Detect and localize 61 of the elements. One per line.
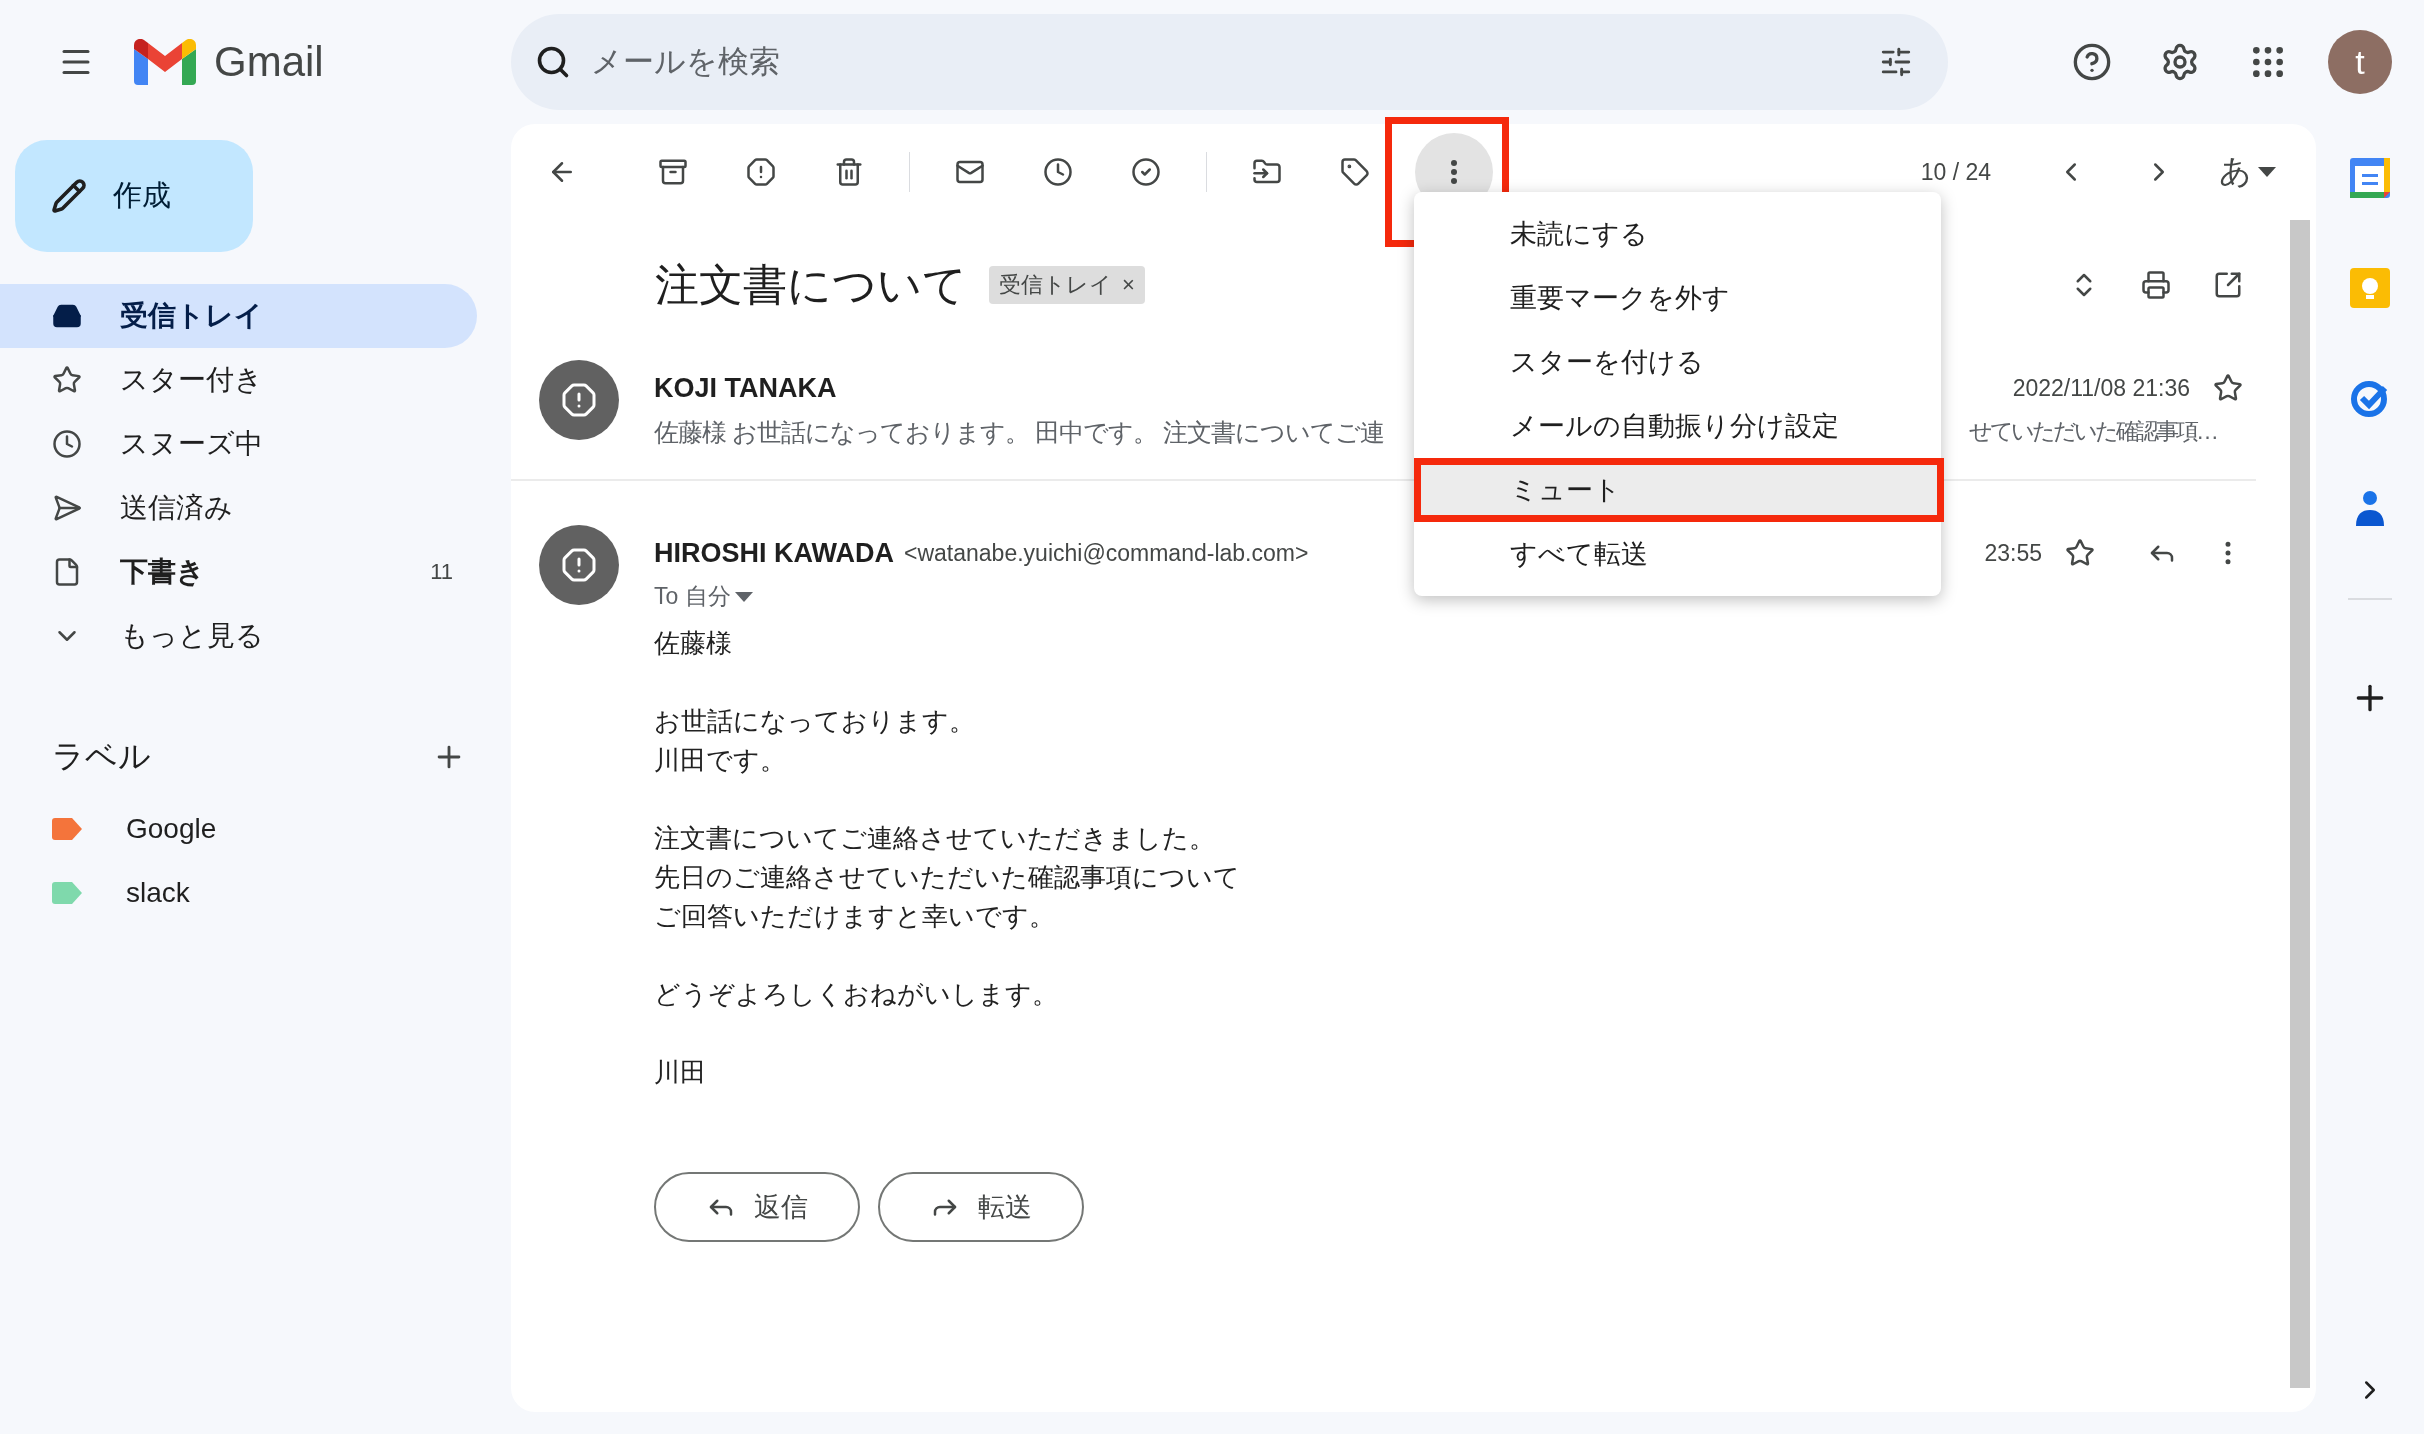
- nav-count: 11: [430, 559, 454, 585]
- message-line: 川田です。: [654, 744, 786, 777]
- nav-label: 受信トレイ: [120, 299, 263, 333]
- message-line: 川田: [654, 1056, 706, 1089]
- message-line: 注文書についてご連絡させていただきました。: [654, 822, 1215, 855]
- caret-icon: [734, 591, 753, 602]
- inbox-tag: 受信トレイ ×: [989, 266, 1145, 304]
- search-input[interactable]: メールを検索: [589, 43, 1850, 81]
- menu-item[interactable]: 未読にする: [1414, 202, 1941, 266]
- app-title: Gmail: [214, 38, 324, 86]
- pencil-icon: [51, 178, 87, 214]
- gmail-logo-icon: [134, 39, 196, 85]
- nav-item[interactable]: もっと見る: [0, 604, 477, 668]
- menu-item[interactable]: すべて転送: [1414, 522, 1941, 586]
- menu-item[interactable]: メールの自動振り分け設定: [1414, 394, 1941, 458]
- nav-item[interactable]: 受信トレイ: [0, 284, 477, 348]
- sender-email: <watanabe.yuichi@command-lab.com>: [904, 539, 1309, 567]
- nav-label: 送信済み: [120, 491, 233, 525]
- recipient-dropdown[interactable]: To 自分: [654, 581, 753, 612]
- compose-button[interactable]: 作成: [15, 140, 253, 252]
- search-field[interactable]: メールを検索: [511, 14, 1948, 110]
- forward-button[interactable]: 転送: [878, 1172, 1084, 1242]
- message-line: 佐藤様: [654, 627, 732, 660]
- email-subject: 注文書について: [655, 258, 967, 311]
- nav-item[interactable]: スター付き: [0, 348, 477, 412]
- menu-item[interactable]: スターを付ける: [1414, 330, 1941, 394]
- message-date: 23:55: [1984, 539, 2042, 567]
- sender-name: KOJI TANAKA: [654, 372, 837, 404]
- nav-item[interactable]: 送信済み: [0, 476, 477, 540]
- message-line: ご回答いただけますと幸いです。: [654, 900, 1055, 933]
- calendar-icon[interactable]: [2350, 158, 2390, 198]
- remove-tag-button[interactable]: ×: [1122, 272, 1135, 298]
- account-avatar[interactable]: t: [2328, 30, 2392, 94]
- send-icon: [52, 493, 82, 523]
- caret-icon: [2258, 167, 2276, 177]
- reply-button[interactable]: 返信: [654, 1172, 860, 1242]
- message-line: どうぞよろしくおねがいします。: [654, 978, 1058, 1011]
- clock-icon: [52, 429, 82, 459]
- nav-label: もっと見る: [120, 619, 264, 653]
- star-icon: [52, 365, 82, 395]
- labels-heading: ラベル: [52, 737, 151, 776]
- menu-item[interactable]: 重要マークを外す: [1414, 266, 1941, 330]
- message-line: 先日のご連絡させていただいた確認事項について: [654, 861, 1240, 894]
- nav-label: スター付き: [120, 363, 263, 397]
- message-snippet: 佐藤様 お世話になっております。 田中です。 注文書についてご連: [654, 417, 1384, 448]
- message-snippet: せていただいた確認事項…: [1969, 417, 2216, 446]
- message-line: お世話になっております。: [654, 705, 975, 738]
- message-date: 2022/11/08 21:36: [2012, 374, 2190, 402]
- nav-label: スヌーズ中: [120, 427, 263, 461]
- sender-name: HIROSHI KAWADA: [654, 537, 894, 569]
- label-item[interactable]: slack: [0, 861, 477, 925]
- label-item[interactable]: Google: [0, 797, 477, 861]
- page-counter: 10 / 24: [1920, 158, 1991, 186]
- search-icon: [535, 44, 571, 80]
- nav-item[interactable]: スヌーズ中: [0, 412, 477, 476]
- nav-label: 下書き: [120, 555, 205, 589]
- tasks-check-icon[interactable]: [2350, 378, 2390, 418]
- nav-item[interactable]: 下書き 11: [0, 540, 477, 604]
- input-mode-button[interactable]: あ: [2219, 150, 2276, 194]
- more-icon: [1451, 160, 1457, 184]
- menu-item[interactable]: ミュート: [1414, 458, 1944, 522]
